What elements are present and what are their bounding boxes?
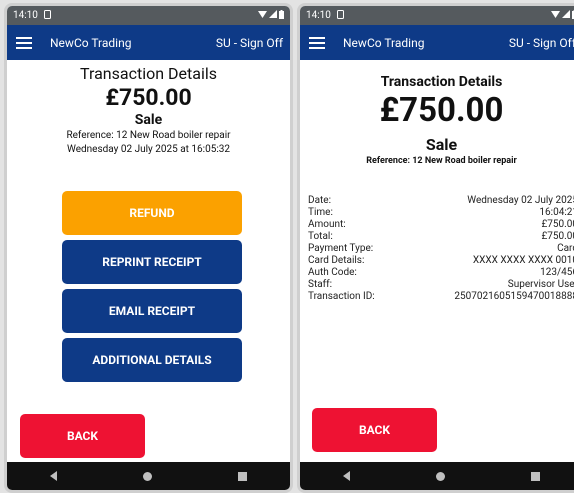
wifi-icon xyxy=(258,10,267,21)
transaction-reference: Reference: 12 New Road boiler repair xyxy=(66,130,231,141)
signal-icon xyxy=(269,10,277,21)
detail-label: Amount: xyxy=(308,219,346,230)
page-title: Transaction Details xyxy=(380,74,503,90)
detail-value: Wednesday 02 July 2025 xyxy=(467,195,574,206)
menu-icon[interactable] xyxy=(16,34,32,52)
sign-off-button[interactable]: SU - Sign Off xyxy=(216,36,283,50)
refund-button[interactable]: REFUND xyxy=(62,191,242,235)
page-title: Transaction Details xyxy=(80,64,217,83)
detail-value: XXXX XXXX XXXX 0010 xyxy=(472,255,574,266)
transaction-reference: Reference: 12 New Road boiler repair xyxy=(366,156,517,166)
detail-label: Auth Code: xyxy=(308,267,357,278)
recents-square-icon[interactable] xyxy=(238,471,247,481)
status-time: 14:10 xyxy=(13,10,38,21)
phone-screen-transaction-details: 14:10 NewCo Trading SU - Sign Off Transa… xyxy=(297,3,574,493)
android-nav-bar xyxy=(300,462,574,490)
detail-value: Card xyxy=(557,243,574,254)
transaction-type: Sale xyxy=(425,135,458,154)
detail-row: Time: 16:04:21 xyxy=(308,207,574,219)
transaction-datetime: Wednesday 02 July 2025 at 16:05:32 xyxy=(67,144,230,155)
detail-row: Transaction ID: 2507021605159470018888 xyxy=(308,291,574,303)
detail-row: Staff: Supervisor User xyxy=(308,279,574,291)
detail-row: Total: £750.00 xyxy=(308,231,574,243)
detail-value: 16:04:21 xyxy=(539,207,574,218)
sign-off-button[interactable]: SU - Sign Off xyxy=(509,36,574,50)
detail-label: Time: xyxy=(308,207,333,218)
detail-row: Card Details: XXXX XXXX XXXX 0010 xyxy=(308,255,574,267)
back-button[interactable]: BACK xyxy=(312,408,437,452)
signal-icon xyxy=(562,10,570,21)
wifi-icon xyxy=(551,10,560,21)
status-bar: 14:10 xyxy=(300,6,574,25)
detail-label: Total: xyxy=(308,231,333,242)
detail-value: Supervisor User xyxy=(507,279,574,290)
recents-square-icon[interactable] xyxy=(531,471,540,481)
sim-icon xyxy=(43,9,51,22)
app-bar: NewCo Trading SU - Sign Off xyxy=(300,25,574,60)
android-nav-bar xyxy=(7,462,290,490)
detail-value: £750.00 xyxy=(541,231,574,242)
detail-value: 2507021605159470018888 xyxy=(454,291,574,302)
phone-screen-transaction-actions: 14:10 NewCo Trading SU - Sign Off Transa… xyxy=(4,3,293,493)
back-triangle-icon[interactable] xyxy=(50,471,57,481)
sim-icon xyxy=(336,9,344,22)
detail-row: Auth Code: 123/456 xyxy=(308,267,574,279)
status-time: 14:10 xyxy=(306,10,331,21)
detail-row: Payment Type: Card xyxy=(308,243,574,255)
detail-value: 123/456 xyxy=(540,267,574,278)
detail-row: Amount: £750.00 xyxy=(308,219,574,231)
app-title: NewCo Trading xyxy=(50,35,132,50)
status-bar: 14:10 xyxy=(7,6,290,25)
details-list: Date: Wednesday 02 July 2025 Time: 16:04:21… xyxy=(308,195,574,303)
app-bar: NewCo Trading SU - Sign Off xyxy=(7,25,290,60)
battery-icon xyxy=(279,9,284,22)
detail-label: Date: xyxy=(308,195,331,206)
transaction-amount: £750.00 xyxy=(105,84,192,111)
reprint-receipt-button[interactable]: REPRINT RECEIPT xyxy=(62,240,242,284)
home-circle-icon[interactable] xyxy=(143,471,152,481)
additional-details-button[interactable]: ADDITIONAL DETAILS xyxy=(62,338,242,382)
detail-label: Transaction ID: xyxy=(308,291,375,302)
detail-row: Date: Wednesday 02 July 2025 xyxy=(308,195,574,207)
email-receipt-button[interactable]: EMAIL RECEIPT xyxy=(62,289,242,333)
back-button[interactable]: BACK xyxy=(20,414,145,458)
transaction-amount: £750.00 xyxy=(379,91,504,130)
menu-icon[interactable] xyxy=(309,34,325,52)
home-circle-icon[interactable] xyxy=(436,471,445,481)
transaction-type: Sale xyxy=(134,112,163,128)
detail-value: £750.00 xyxy=(541,219,574,230)
detail-label: Staff: xyxy=(308,279,333,290)
detail-label: Payment Type: xyxy=(308,243,374,254)
detail-label: Card Details: xyxy=(308,255,365,266)
app-title: NewCo Trading xyxy=(343,35,425,50)
back-triangle-icon[interactable] xyxy=(343,471,350,481)
